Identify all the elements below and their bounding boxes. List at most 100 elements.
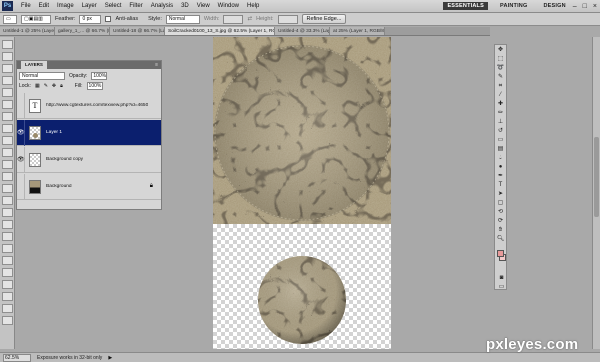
width-input[interactable] [223,14,244,24]
quick-select-tool-icon[interactable]: ✎ [496,74,505,81]
document-canvas[interactable] [213,37,391,349]
screen-mode-icon[interactable]: ▭ [497,284,506,291]
selection-mode-buttons[interactable]: ▢▣▤▥ [21,14,51,24]
menu-window[interactable]: Window [214,3,243,9]
foreground-color-swatch[interactable] [497,250,504,257]
panel-icon[interactable] [2,148,13,157]
shape-tool-icon[interactable]: ▢ [496,200,505,207]
status-menu-arrow-icon[interactable]: ▶ [108,355,112,361]
panel-icon[interactable] [2,172,13,181]
workspace-painting[interactable]: PAINTING [496,2,531,10]
tab-document[interactable]: Untitled-4 @ 33.3% (Layer 2, RGB/8) [275,27,330,35]
3d-camera-icon[interactable]: ⟳ [496,218,505,225]
menu-edit[interactable]: Edit [35,3,53,9]
type-tool-icon[interactable]: T [496,182,505,189]
clone-stamp-icon[interactable]: ⊥ [496,119,505,126]
tab-layers[interactable]: LAYERS [21,61,47,69]
menu-analysis[interactable]: Analysis [147,3,177,9]
marquee-tool-icon[interactable]: ⬚ [496,56,505,63]
lock-transparent-icon[interactable]: ▦ [35,83,40,89]
lock-image-icon[interactable]: ✎ [44,83,48,89]
lock-all-icon[interactable]: 🔒︎ [60,83,63,89]
layer-row-background-copy[interactable]: 👁︎ Background copy [17,146,161,173]
visibility-toggle[interactable] [17,173,25,200]
visibility-toggle[interactable] [17,92,25,119]
eraser-tool-icon[interactable]: ▭ [496,137,505,144]
3d-rotate-icon[interactable]: ⟲ [496,209,505,216]
move-tool-icon[interactable]: ✥ [496,47,505,54]
blur-tool-icon[interactable]: 💧︎ [496,155,505,162]
opacity-input[interactable]: 100% [91,72,108,80]
menu-file[interactable]: File [17,3,35,9]
layer-row-layer-1[interactable]: 👁︎ Layer 1 [17,119,161,146]
eyedropper-tool-icon[interactable]: ⁄ [496,92,505,99]
panel-icon[interactable] [2,316,13,325]
swap-icon[interactable]: ⇄ [247,16,252,22]
panel-icon[interactable] [2,184,13,193]
gradient-tool-icon[interactable]: ▤ [496,146,505,153]
menu-3d[interactable]: 3D [177,3,193,9]
tab-document-active[interactable]: SoilCracked0100_13_S.jpg @ 62.5% (Layer … [165,27,275,35]
panel-icon[interactable] [2,160,13,169]
layer-row-text[interactable]: T http://www.cgtextures.com/texview.php?… [17,92,161,119]
menu-help[interactable]: Help [243,3,263,9]
panel-icon[interactable] [2,256,13,265]
path-selection-icon[interactable]: ➤ [496,191,505,198]
hand-tool-icon[interactable]: ✋︎ [496,227,505,234]
menu-filter[interactable]: Filter [125,3,146,9]
eye-icon[interactable]: 👁︎ [17,146,25,173]
maximize-icon[interactable]: □ [580,3,590,10]
tab-document[interactable]: Untitled-1 @ 25% (Layer 1, RGB/8) [0,27,55,35]
tab-document[interactable]: Untitled-18 @ 66.7% (Layer 1, RGB...) [110,27,165,35]
lock-position-icon[interactable]: ✥ [52,83,56,89]
panel-icon[interactable] [2,64,13,73]
panel-icon[interactable] [2,208,13,217]
menu-select[interactable]: Select [101,3,126,9]
feather-input[interactable]: 0 px [79,14,102,24]
workspace-design[interactable]: DESIGN [539,2,569,10]
panel-icon[interactable] [2,112,13,121]
marquee-tool-preset[interactable]: ▭ [3,14,17,24]
panel-icon[interactable] [2,292,13,301]
pen-tool-icon[interactable]: ✒ [496,173,505,180]
layers-panel-icon[interactable] [2,52,13,61]
panel-icon[interactable] [2,196,13,205]
dodge-tool-icon[interactable]: ● [496,164,505,171]
tab-document[interactable]: at 25% (Layer 1, RGB/8) [330,27,385,35]
crop-tool-icon[interactable]: ⌗ [496,83,505,90]
tab-document[interactable]: gallery_1_... @ 66.7% (Layer 1, RGB/8) [55,27,110,35]
refine-edge-button[interactable]: Refine Edge... [301,14,347,24]
style-select[interactable]: Normal [165,14,200,24]
history-brush-icon[interactable]: ↺ [496,128,505,135]
menu-view[interactable]: View [193,3,214,9]
fill-input[interactable]: 100% [86,82,103,90]
menu-layer[interactable]: Layer [78,3,101,9]
close-icon[interactable]: × [590,3,600,10]
panel-icon[interactable] [2,136,13,145]
panel-icon[interactable] [2,244,13,253]
panel-icon[interactable] [2,268,13,277]
menu-image[interactable]: Image [53,3,78,9]
healing-brush-icon[interactable]: ✚ [496,101,505,108]
panel-icon[interactable] [2,304,13,313]
panel-icon[interactable] [2,232,13,241]
blend-mode-select[interactable]: Normal [19,72,65,80]
panel-icon[interactable] [2,220,13,229]
panel-menu-icon[interactable]: ≡ [155,61,158,69]
height-input[interactable] [277,14,298,24]
vertical-scrollbar[interactable] [592,37,600,349]
panel-icon[interactable] [2,40,13,49]
panel-icon[interactable] [2,88,13,97]
zoom-level-field[interactable]: 62.5% [3,353,31,362]
lasso-tool-icon[interactable]: ➰ [496,65,505,72]
minimize-icon[interactable]: – [570,3,580,10]
panel-icon[interactable] [2,76,13,85]
workspace-essentials[interactable]: ESSENTIALS [443,2,488,10]
zoom-tool-icon[interactable]: 🔍︎ [496,236,505,243]
brush-tool-icon[interactable]: ✏ [496,110,505,117]
antialias-checkbox[interactable] [105,16,112,22]
layer-row-background[interactable]: Background 🔒︎ [17,173,161,200]
eye-icon[interactable]: 👁︎ [17,119,25,146]
panel-icon[interactable] [2,100,13,109]
panel-icon[interactable] [2,280,13,289]
